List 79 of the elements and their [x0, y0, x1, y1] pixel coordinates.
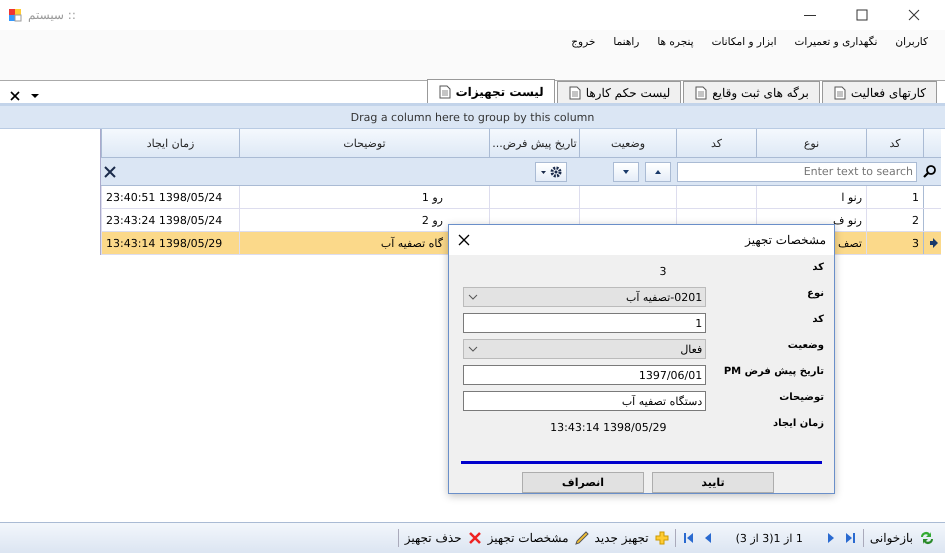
- table-cell: 1398/05/24 23:43:24: [106, 214, 222, 226]
- gear-icon: [548, 164, 562, 178]
- refresh-icon: [919, 530, 935, 546]
- field-label: کد: [811, 313, 824, 327]
- column-header[interactable]: زمان ایجاد: [101, 129, 239, 157]
- maximize-icon: [855, 8, 869, 22]
- close-icon: [457, 233, 471, 247]
- column-header[interactable]: وضعیت: [579, 129, 676, 157]
- table-cell: تصف: [838, 236, 862, 250]
- dropdown[interactable]: 0201-تصفیه آب: [463, 287, 706, 307]
- document-icon: [568, 86, 582, 100]
- tab[interactable]: کارتهای فعالیت: [822, 81, 937, 103]
- table-cell: 2: [912, 214, 919, 226]
- field-label: زمان ایجاد: [772, 417, 824, 431]
- settings-button[interactable]: [535, 162, 567, 182]
- tab[interactable]: لیست حکم کارها: [556, 81, 682, 103]
- menu-item[interactable]: راهنما: [604, 34, 648, 50]
- table-cell: گاه تصفیه آب: [380, 236, 443, 250]
- field-label: توضیحات: [778, 391, 824, 405]
- table-cell: 3: [912, 236, 919, 250]
- table-cell: رو 2: [422, 214, 443, 226]
- field-value: 1398/05/29 13:43:14: [549, 420, 668, 436]
- table-cell: رنو ا: [841, 190, 862, 204]
- close-icon: [8, 89, 22, 103]
- table-cell: رو 1: [422, 190, 443, 204]
- column-header[interactable]: نوع: [756, 129, 866, 157]
- input-field[interactable]: دستگاه تصفیه آب: [463, 391, 706, 411]
- close-icon: [103, 164, 117, 178]
- pencil-icon: [574, 531, 589, 545]
- dropdown[interactable]: فعال: [463, 339, 706, 359]
- dialog-button[interactable]: تایید: [652, 472, 774, 493]
- input-field[interactable]: 1: [463, 313, 706, 333]
- menu-item[interactable]: نگهداری و تعمیرات: [786, 34, 886, 50]
- search-field[interactable]: Enter text to search: [677, 162, 917, 182]
- menu-item[interactable]: خروج: [562, 34, 604, 50]
- tab[interactable]: لیست تجهیزات: [426, 79, 555, 103]
- dialog-button[interactable]: انصراف: [522, 472, 644, 493]
- window-title: :: سیستم: [28, 8, 76, 22]
- dialog-title: مشخصات تجهیز: [745, 233, 826, 247]
- tab-label: لیست حکم کارها: [586, 86, 670, 100]
- tab-label: برگه های ثبت وقایع: [712, 86, 809, 100]
- field-label: تاریخ پیش فرض PM: [722, 365, 824, 379]
- next-button[interactable]: [613, 162, 639, 182]
- new-button[interactable]: تجهیز جدید: [594, 531, 649, 545]
- column-header[interactable]: توضیحات: [239, 129, 489, 157]
- field-label: نوع: [806, 287, 824, 301]
- field-label: وضعیت: [786, 339, 824, 353]
- tab-label: لیست تجهیزات: [456, 84, 544, 98]
- menu-item[interactable]: پنجره ها: [648, 34, 703, 50]
- input-field[interactable]: 1397/06/01: [463, 365, 706, 385]
- table-cell: 1398/05/29 13:43:14: [106, 236, 222, 250]
- document-icon: [694, 86, 708, 100]
- refresh-button[interactable]: بازخوانی: [870, 531, 913, 545]
- minimize-icon: [804, 14, 816, 16]
- delete-button[interactable]: حذف تجهیز: [404, 531, 462, 545]
- group-panel: Drag a column here to group by this column: [0, 106, 945, 129]
- column-header[interactable]: تاریخ پیش فرض...: [489, 129, 579, 157]
- plus-icon: [654, 531, 669, 545]
- previous-button[interactable]: [645, 162, 671, 182]
- close-icon: [907, 8, 921, 22]
- field-value: 3: [658, 264, 668, 280]
- menu-item[interactable]: کاربران: [886, 34, 937, 50]
- first-page-icon: [682, 531, 696, 545]
- document-icon: [438, 84, 452, 98]
- tab-label: کارتهای فعالیت: [850, 86, 926, 100]
- search-icon: [923, 164, 939, 180]
- table-cell: 1398/05/24 23:40:51: [106, 190, 222, 204]
- field-label: کد: [811, 261, 824, 275]
- edit-button[interactable]: مشخصات تجهیز: [488, 531, 569, 545]
- column-header[interactable]: کد: [676, 129, 756, 157]
- menu-item[interactable]: ابزار و امکانات: [702, 34, 786, 50]
- pager-text: 1 از 1(3 از 3): [734, 532, 804, 544]
- column-header[interactable]: کد: [866, 129, 923, 157]
- document-icon: [832, 86, 847, 100]
- app-icon: [8, 8, 22, 22]
- table-cell: 1: [912, 190, 919, 204]
- table-cell: رنو ف: [833, 214, 862, 226]
- delete-icon: [468, 531, 482, 545]
- tab[interactable]: برگه های ثبت وقایع: [683, 81, 820, 103]
